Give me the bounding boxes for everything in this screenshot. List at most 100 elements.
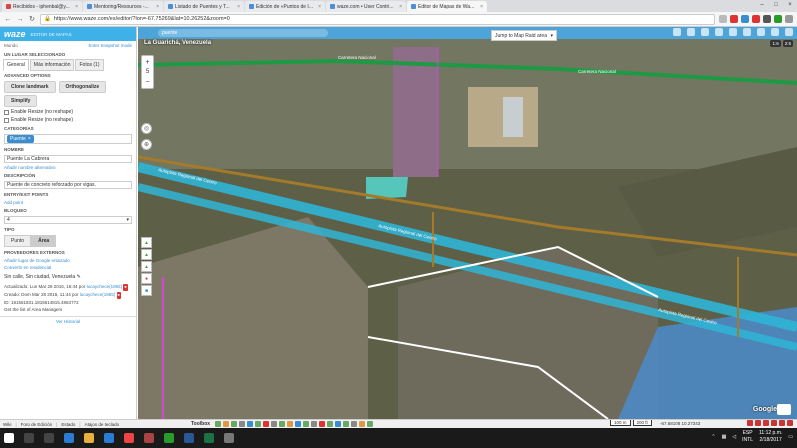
jump-to-map-raid-select[interactable]: Jump to Map Raid area ▾ [491,30,557,41]
pencil-icon[interactable]: ✎ [77,274,81,280]
tool-icon[interactable] [367,420,374,427]
tool-icon[interactable] [271,420,278,427]
forward-icon[interactable]: → [16,16,24,23]
browser-tab[interactable]: waze.com • User Contri... × [326,1,406,12]
extension-icon[interactable] [741,15,749,23]
tool-icon[interactable] [327,420,334,427]
app-icon[interactable] [144,433,154,443]
lock-level-select[interactable]: 4 ▾ [4,216,132,224]
add-google-place-link[interactable]: Añadir lugar de Google enlazado [0,257,136,264]
tool-icon[interactable] [351,420,358,427]
tool-icon[interactable] [255,420,262,427]
extension-icon[interactable] [774,15,782,23]
close-icon[interactable]: × [318,4,321,10]
redo-icon[interactable] [771,28,779,36]
history-link[interactable]: Ver Historial [0,316,136,326]
tab-photos[interactable]: Fotos (1) [75,59,104,71]
tool-icon[interactable] [223,420,230,427]
area-managers-link[interactable]: Get the list of Area Managers [0,306,136,313]
layer-icon[interactable]: ▲ [141,261,152,272]
compass-icon[interactable]: ⊕ [141,139,152,150]
description-field[interactable]: Puente de concreto reforzado por vigas. [4,181,132,189]
layer-icon[interactable]: ▲ [141,237,152,248]
reload-icon[interactable]: ↻ [28,15,36,23]
tool-icon[interactable] [279,420,286,427]
tool-icon[interactable] [231,420,238,427]
notifications-icon[interactable]: ▭ [788,434,793,440]
camera-icon[interactable] [729,28,737,36]
place-icon[interactable] [701,28,709,36]
add-alt-name-link[interactable]: Añadir nombre alternativo [0,164,136,171]
word-icon[interactable] [184,433,194,443]
url-field[interactable]: 🔒 https://www.waze.com/es/editor/?lon=-6… [40,13,715,25]
resize-checkbox[interactable]: Enable Resize (no reshape) [0,108,136,116]
status-icon[interactable] [779,420,785,426]
layer-icon[interactable]: ● [141,273,152,284]
browser-tab[interactable]: Edición de «Puntos de I... × [245,1,325,12]
trash-icon[interactable] [785,28,793,36]
orthogonalize-button[interactable]: Orthogonalize [58,81,107,93]
search-icon[interactable] [24,433,34,443]
tool-icon[interactable] [335,420,342,427]
back-icon[interactable]: ← [4,16,12,23]
extension-icon[interactable] [752,15,760,23]
volume-icon[interactable]: ◁ [732,434,736,440]
status-icon[interactable] [747,420,753,426]
add-point-link[interactable]: Add point [0,199,136,206]
tab-more-info[interactable]: Más información [29,59,75,71]
close-icon[interactable]: × [156,4,159,10]
status-link[interactable]: Estado [61,422,75,427]
task-view-icon[interactable] [44,433,54,443]
tool-icon[interactable] [343,420,350,427]
extension-icon[interactable] [763,15,771,23]
close-icon[interactable]: × [75,4,78,10]
extension-icon[interactable] [730,15,738,23]
tool-icon[interactable] [215,420,222,427]
zoom-out-button[interactable]: − [145,76,149,88]
mundo-select[interactable]: Mundo [4,43,18,48]
status-icon[interactable] [787,420,793,426]
store-icon[interactable] [104,433,114,443]
name-field[interactable]: Puente La Cabrera [4,155,132,163]
forum-link[interactable]: Foro de Edición [21,422,53,427]
tool-icon[interactable] [311,420,318,427]
tool-icon[interactable] [239,420,246,427]
chrome-icon[interactable] [124,433,134,443]
locate-icon[interactable]: ◎ [141,123,152,134]
app-icon[interactable] [224,433,234,443]
language-indicator[interactable]: ESP INTL [742,430,753,444]
tool-icon[interactable] [287,420,294,427]
map-canvas[interactable]: Carretera Nacional Carretera Nacional Au… [138,27,797,419]
tool-icon[interactable] [247,420,254,427]
clone-landmark-button[interactable]: Clone landmark [4,81,56,93]
app-icon[interactable] [164,433,174,443]
close-icon[interactable]: × [237,4,240,10]
tool-icon[interactable] [295,420,302,427]
chat-icon[interactable] [777,404,791,415]
close-icon[interactable]: × [399,4,402,10]
tool-icon[interactable] [359,420,366,427]
tool-icon[interactable] [303,420,310,427]
remove-icon[interactable]: × [28,136,31,142]
tray-arrow-icon[interactable]: ⌃ [711,434,715,440]
status-icon[interactable] [763,420,769,426]
browser-tab[interactable]: Mentoring/Resources -... × [83,1,163,12]
type-area-button[interactable]: Área [31,235,57,247]
category-input[interactable]: Puente × [4,134,132,144]
close-icon[interactable]: × [480,4,483,10]
minimize-icon[interactable]: – [755,0,769,10]
undo-icon[interactable] [757,28,765,36]
toolbox-label[interactable]: Toolbox [188,421,213,427]
network-icon[interactable]: ▦ [722,434,727,440]
pencil-icon[interactable] [743,28,751,36]
excel-icon[interactable] [204,433,214,443]
convert-residential-link[interactable]: Convertir en residencial [0,264,136,271]
folder-icon[interactable] [84,433,94,443]
snapshot-mode-link[interactable]: Enter Snapshot mode [88,43,132,48]
layer-icon[interactable]: ■ [141,285,152,296]
tool-icon[interactable] [263,420,270,427]
maximize-icon[interactable]: □ [769,0,783,10]
shortcuts-link[interactable]: Atajos de teclado [85,422,120,427]
close-window-icon[interactable]: × [783,0,797,10]
layer-icon[interactable]: ▲ [141,249,152,260]
